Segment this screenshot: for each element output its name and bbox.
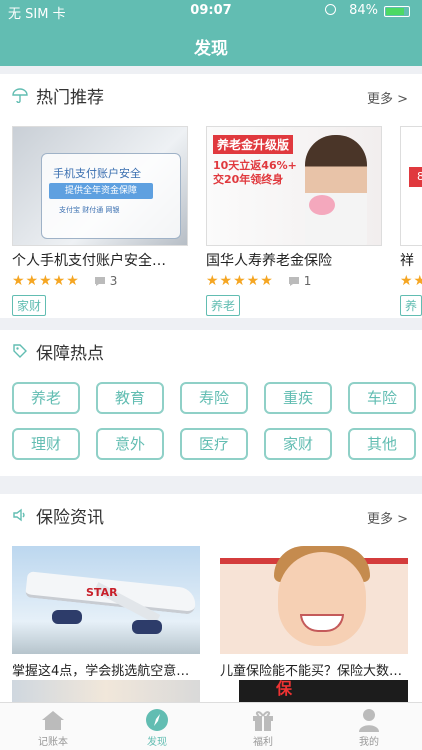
category-chip[interactable]: 理财 [12,428,80,460]
battery-fill [386,8,405,15]
umbrella-icon [12,88,28,103]
comment-count: 1 [303,274,312,288]
category-tag[interactable]: 家财 [12,295,47,316]
airline-logo-text: STAR [86,586,118,599]
news-title: 保险资讯 [36,507,104,528]
category-chip[interactable]: 寿险 [180,382,248,414]
image-subtext: 10天立返46%+ 交20年领终身 [213,159,297,187]
image-text-small: 支付宝 财付通 网银 [59,206,120,214]
news-item[interactable]: STAR 掌握这4点，学会挑选航空意… [12,546,200,679]
star-rating: ★★★★★ [12,273,80,289]
status-bar: 无 SIM 卡 09:07 84% [0,0,422,22]
news-image-peek[interactable] [12,680,200,702]
tab-mine[interactable]: 我的 [329,707,409,748]
image-badge: 80 [409,167,422,187]
image-headline: 养老金升级版 [213,135,294,154]
chevron-right-icon: > [397,92,408,107]
more-label: 更多 [366,512,393,527]
tab-label: 我的 [359,737,379,748]
tab-welfare[interactable]: 福利 [223,707,303,748]
tab-bar: 记账本 发现 福利 我的 [0,702,422,750]
news-more-link[interactable]: 更多 > [367,508,408,527]
category-chip[interactable]: 其他 [348,428,416,460]
product-image: 80 [400,126,422,246]
tab-ledger[interactable]: 记账本 [13,707,93,748]
rating-row: ★★★★★ 1 [206,273,382,289]
product-card[interactable]: 手机支付账户安全 提供全年资金保障 支付宝 财付通 网银 个人手机支付账户安全…… [12,126,188,316]
rotation-lock-icon [325,4,336,15]
category-chip[interactable]: 重疾 [264,382,332,414]
speaker-icon [13,508,25,522]
category-chip[interactable]: 家财 [264,428,332,460]
tab-label: 发现 [147,737,167,748]
rating-row: ★★ [400,273,422,289]
engine-graphic [132,620,162,634]
compass-icon [146,709,168,731]
guarantee-section: 保障热点 养老 教育 寿险 重疾 车险 理财 意外 医疗 家财 其他 [0,330,422,476]
peek-text: 保 [276,680,293,698]
engine-graphic [52,610,82,624]
more-label: 更多 [366,92,393,107]
gift-icon [253,711,273,731]
image-button-text: 提供全年资金保障 [49,183,153,199]
comment-icon [288,276,299,286]
category-chip[interactable]: 养老 [12,382,80,414]
rating-row: ★★★★★ 3 [12,273,188,289]
category-tag[interactable]: 养老 [206,295,241,316]
star-rating: ★★★★★ [206,273,274,289]
category-tag[interactable]: 养 [400,295,422,316]
product-image: 养老金升级版 10天立返46%+ 交20年领终身 [206,126,382,246]
page-title: 发现 [194,39,228,59]
product-title: 祥 [400,253,414,269]
product-card[interactable]: 养老金升级版 10天立返46%+ 交20年领终身 国华人寿养老金保险 ★★★★★… [206,126,382,316]
guarantee-header: 保障热点 [12,330,104,372]
star-rating: ★★ [400,273,422,289]
nav-header: 无 SIM 卡 09:07 84% 发现 [0,0,422,66]
news-title-text: 掌握这4点，学会挑选航空意… [12,664,190,679]
news-image: STAR [12,546,200,654]
hot-header: 热门推荐 [12,74,104,116]
category-chip[interactable]: 意外 [96,428,164,460]
house-icon [42,711,64,730]
hot-title: 热门推荐 [36,87,104,108]
person-icon [359,709,379,732]
news-section: 保险资讯 更多 > STAR 掌握这4点，学会挑选航空意… 儿童保险能不能买？保… [0,494,422,702]
guarantee-title: 保障热点 [36,343,104,364]
news-title-text: 儿童保险能不能买？保险大数… [220,664,403,679]
comment-count: 3 [109,274,118,288]
image-subtext-line: 交20年领终身 [213,173,284,186]
hot-section: 热门推荐 更多 > 手机支付账户安全 提供全年资金保障 支付宝 财付通 网银 个… [0,74,422,318]
woman-graphic [305,135,367,245]
tab-label: 福利 [253,737,273,748]
news-header: 保险资讯 [12,494,104,536]
battery-icon [384,6,410,17]
piggy-bank-graphic [309,195,335,215]
hot-more-link[interactable]: 更多 > [367,88,408,107]
product-card[interactable]: 80 祥 ★★ 养 [400,126,422,316]
image-subtext-line: 10天立返46%+ [213,159,297,172]
tab-label: 记账本 [38,737,68,748]
product-title: 个人手机支付账户安全… [12,253,166,269]
category-chip[interactable]: 医疗 [180,428,248,460]
category-chip[interactable]: 车险 [348,382,416,414]
news-image [220,546,408,654]
news-image-peek[interactable]: 保 [220,680,408,702]
chevron-right-icon: > [397,512,408,527]
tag-icon [13,344,27,358]
tab-discover[interactable]: 发现 [117,707,197,748]
battery-percent: 84% [349,3,378,18]
product-title: 国华人寿养老金保险 [206,253,332,269]
category-chip[interactable]: 教育 [96,382,164,414]
news-item[interactable]: 儿童保险能不能买？保险大数… [220,546,408,679]
image-text: 手机支付账户安全 [53,167,141,180]
comment-icon [94,276,105,286]
product-image: 手机支付账户安全 提供全年资金保障 支付宝 财付通 网银 [12,126,188,246]
